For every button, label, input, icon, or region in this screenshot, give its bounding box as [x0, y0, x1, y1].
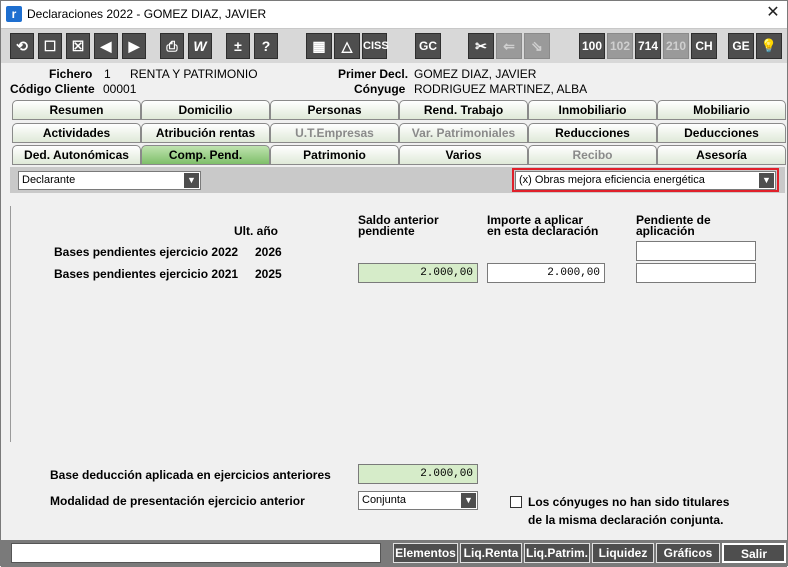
app-icon: r — [6, 6, 22, 22]
close-icon[interactable]: ✕ — [763, 3, 783, 23]
next-icon[interactable]: ▶ — [122, 33, 146, 59]
tab-varios[interactable]: Varios — [399, 145, 528, 165]
help-icon[interactable]: ? — [254, 33, 278, 59]
fichero-value: RENTA Y PATRIMONIO — [130, 67, 258, 81]
ge-button[interactable]: GE — [728, 33, 754, 59]
tab-deducciones[interactable]: Deducciones — [657, 123, 786, 143]
tab-reducciones[interactable]: Reducciones — [528, 123, 657, 143]
link-icon: ⇐ — [496, 33, 522, 59]
fichero-number: 1 — [104, 67, 111, 81]
calculator-icon[interactable]: ▦ — [306, 33, 332, 59]
row-2022-label: Bases pendientes ejercicio 2022 — [54, 245, 239, 259]
prev-icon[interactable]: ◀ — [94, 33, 118, 59]
graficos-button[interactable]: Gráficos — [656, 543, 720, 563]
chevron-down-icon[interactable]: ▼ — [759, 173, 774, 188]
row-2021-saldo-field: 2.000,00 — [358, 263, 478, 283]
print-icon[interactable]: ⎙ — [160, 33, 184, 59]
bulb-icon[interactable]: 💡 — [756, 33, 782, 59]
modalidad-label: Modalidad de presentación ejercicio ante… — [50, 494, 305, 508]
tab-inmobiliario[interactable]: Inmobiliario — [528, 100, 657, 120]
checkbox-label-line1: Los cónyuges no han sido titulares — [528, 495, 730, 509]
col-header-saldo-2: pendiente — [358, 224, 415, 238]
tab-var-patrimoniales: Var. Patrimoniales — [399, 123, 528, 143]
codigo-cliente-value: 00001 — [103, 82, 137, 96]
gc-button[interactable]: GC — [415, 33, 441, 59]
row-2021-year: 2025 — [255, 267, 282, 281]
model-102-button: 102 — [607, 33, 633, 59]
tab-rend-trabajo[interactable]: Rend. Trabajo — [399, 100, 528, 120]
concepto-select-value: (x) Obras mejora eficiencia energética — [519, 174, 705, 186]
primer-decl-value: GOMEZ DIAZ, JAVIER — [414, 67, 537, 81]
liq-renta-button[interactable]: Liq.Renta — [460, 543, 522, 563]
unlink-icon: ⇘ — [524, 33, 550, 59]
footer-input[interactable] — [11, 543, 381, 563]
ciss-button[interactable]: CISS — [362, 33, 389, 59]
base-deduccion-label: Base deducción aplicada en ejercicios an… — [50, 468, 331, 482]
tab-resumen[interactable]: Resumen — [12, 100, 141, 120]
cut-icon[interactable]: ✂ — [468, 33, 494, 59]
conyuge-value: RODRIGUEZ MARTINEZ, ALBA — [414, 82, 588, 96]
row-2021-pendiente-field[interactable] — [636, 263, 756, 283]
tab-recibo: Recibo — [528, 145, 657, 165]
salir-button[interactable]: Salir — [722, 543, 786, 563]
footer-bar: Elementos Liq.Renta Liq.Patrim. Liquidez… — [1, 540, 787, 567]
tab-ut-empresas: U.T.Empresas — [270, 123, 399, 143]
tab-personas[interactable]: Personas — [270, 100, 399, 120]
tab-comp-pend[interactable]: Comp. Pend. — [141, 145, 270, 165]
chevron-down-icon[interactable]: ▼ — [461, 493, 476, 508]
tab-asesoria[interactable]: Asesoría — [657, 145, 786, 165]
word-icon[interactable]: W — [188, 33, 212, 59]
model-210-button: 210 — [663, 33, 689, 59]
ch-button[interactable]: CH — [691, 33, 717, 59]
tab-atribucion-rentas[interactable]: Atribución rentas — [141, 123, 270, 143]
primer-decl-label: Primer Decl. — [338, 67, 409, 81]
plus-minus-icon[interactable]: ± — [226, 33, 250, 59]
delete-icon[interactable]: ☒ — [66, 33, 90, 59]
model-100-button[interactable]: 100 — [579, 33, 605, 59]
conyuges-checkbox[interactable] — [510, 496, 522, 508]
checkbox-label-line2: de la misma declaración conjunta. — [528, 513, 724, 527]
row-2021-importe-field[interactable]: 2.000,00 — [487, 263, 605, 283]
row-2022-pendiente-field[interactable] — [636, 241, 756, 261]
liquidez-button[interactable]: Liquidez — [592, 543, 654, 563]
concepto-select[interactable]: (x) Obras mejora eficiencia energética ▼ — [515, 171, 776, 190]
tab-ded-autonomicas[interactable]: Ded. Autonómicas — [12, 145, 141, 165]
declarante-select[interactable]: Declarante ▼ — [18, 171, 201, 190]
window-title: Declaraciones 2022 - GOMEZ DIAZ, JAVIER — [27, 7, 267, 21]
declarante-select-value: Declarante — [22, 174, 76, 186]
tab-mobiliario[interactable]: Mobiliario — [657, 100, 786, 120]
fichero-label: Fichero — [49, 67, 93, 81]
row-2022-year: 2026 — [255, 245, 282, 259]
chevron-down-icon[interactable]: ▼ — [184, 173, 199, 188]
col-header-importe-2: en esta declaración — [487, 224, 599, 238]
refresh-icon[interactable]: ⟲ — [10, 33, 34, 59]
conyuge-label: Cónyuge — [354, 82, 406, 96]
warning-icon[interactable]: △ — [334, 33, 360, 59]
modalidad-select[interactable]: Conjunta ▼ — [358, 491, 478, 510]
col-header-ult-anio: Ult. año — [234, 224, 278, 238]
toolbar: ⟲ ☐ ☒ ◀ ▶ ⎙ W ± ? ▦ △ CISS GC ✂ ⇐ ⇘ 100 … — [1, 28, 787, 63]
elementos-button[interactable]: Elementos — [393, 543, 458, 563]
title-bar: r Declaraciones 2022 - GOMEZ DIAZ, JAVIE… — [1, 1, 787, 28]
tab-patrimonio[interactable]: Patrimonio — [270, 145, 399, 165]
model-714-button[interactable]: 714 — [635, 33, 661, 59]
liq-patrim-button[interactable]: Liq.Patrim. — [524, 543, 590, 563]
new-icon[interactable]: ☐ — [38, 33, 62, 59]
base-deduccion-field: 2.000,00 — [358, 464, 478, 484]
tab-actividades[interactable]: Actividades — [12, 123, 141, 143]
row-2021-label: Bases pendientes ejercicio 2021 — [54, 267, 239, 281]
main-window: r Declaraciones 2022 - GOMEZ DIAZ, JAVIE… — [0, 0, 788, 567]
selector-bar: Declarante ▼ (x) Obras mejora eficiencia… — [10, 167, 785, 193]
col-header-pendiente-2: aplicación — [636, 224, 695, 238]
modalidad-select-value: Conjunta — [362, 494, 407, 506]
tab-domicilio[interactable]: Domicilio — [141, 100, 270, 120]
codigo-cliente-label: Código Cliente — [10, 82, 95, 96]
